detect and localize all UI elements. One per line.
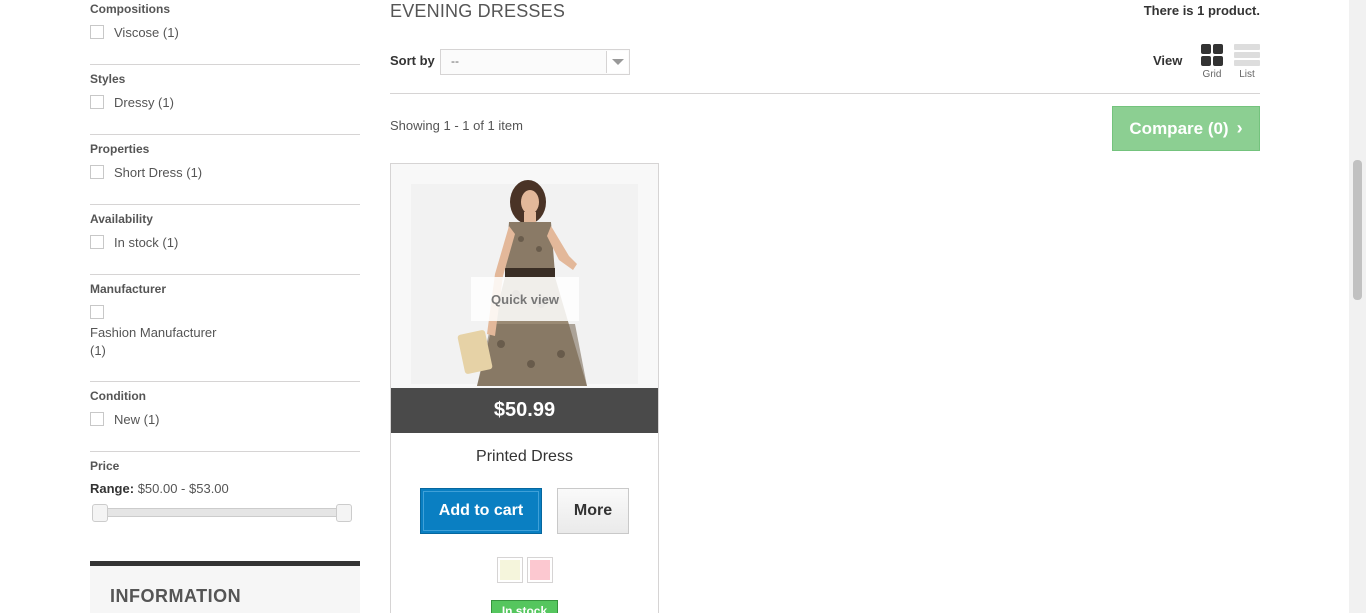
sort-select[interactable]: -- [440, 49, 630, 75]
price-range-label: Range: [90, 481, 135, 496]
checkbox[interactable] [90, 305, 104, 319]
view-grid-label: Grid [1202, 69, 1222, 80]
filter-option-label: New (1) [114, 412, 160, 427]
filter-title: Properties [90, 142, 150, 156]
page-scrollbar[interactable] [1349, 0, 1366, 613]
sort-label: Sort by [390, 53, 435, 68]
checkbox[interactable] [90, 25, 104, 39]
price-range: Range: $50.00 - $53.00 [90, 481, 229, 496]
filter-option-short-dress[interactable]: Short Dress (1) [90, 165, 202, 180]
product-price: $50.99 [391, 388, 658, 433]
slider-handle-min[interactable] [92, 504, 108, 522]
filter-option-label: Short Dress (1) [114, 165, 203, 180]
add-to-cart-button[interactable]: Add to cart [420, 488, 542, 534]
product-name[interactable]: Printed Dress [391, 448, 658, 466]
add-to-cart-label: Add to cart [438, 502, 524, 519]
filter-option-label: Dressy (1) [114, 95, 174, 110]
divider [390, 93, 1260, 94]
filter-title: Styles [90, 72, 126, 86]
filter-title: Price [90, 459, 120, 473]
filter-condition: Condition New (1) [90, 382, 360, 452]
filter-option-viscose[interactable]: Viscose (1) [90, 25, 179, 40]
scrollbar-thumb[interactable] [1353, 160, 1362, 300]
filter-styles: Styles Dressy (1) [90, 65, 360, 135]
more-button[interactable]: More [557, 488, 629, 534]
product-image[interactable]: Quick view [391, 164, 658, 389]
filter-option-count: (1) [90, 343, 106, 358]
information-title: INFORMATION [110, 586, 242, 606]
checkbox[interactable] [90, 412, 104, 426]
chevron-down-icon[interactable] [606, 51, 628, 73]
list-icon [1234, 44, 1260, 66]
checkbox[interactable] [90, 95, 104, 109]
grid-icon [1201, 44, 1223, 66]
filter-title: Availability [90, 212, 153, 226]
filter-option-dressy[interactable]: Dressy (1) [90, 95, 174, 110]
availability-badge: In stock [491, 600, 558, 613]
color-swatches [497, 557, 557, 583]
category-title: EVENING DRESSES [390, 1, 566, 21]
view-list-button[interactable]: List [1232, 44, 1262, 80]
filter-title: Manufacturer [90, 282, 167, 296]
compare-button[interactable]: Compare (0) › [1112, 106, 1260, 151]
slider-track [94, 508, 348, 517]
compare-button-label: Compare (0) [1129, 118, 1229, 138]
filter-option-label[interactable]: Fashion Manufacturer [90, 325, 216, 340]
product-card[interactable]: Quick view $50.99 Printed Dress Add to c… [390, 163, 659, 613]
color-swatch[interactable] [497, 557, 523, 583]
view-grid-button[interactable]: Grid [1197, 44, 1227, 80]
information-block: INFORMATION [90, 561, 360, 613]
checkbox[interactable] [90, 235, 104, 249]
filter-title: Compositions [90, 2, 170, 16]
results-summary: Showing 1 - 1 of 1 item [390, 118, 523, 133]
filter-option-in-stock[interactable]: In stock (1) [90, 235, 178, 250]
price-range-value: $50.00 - $53.00 [137, 481, 229, 496]
swatch-color-beige [500, 560, 520, 580]
filter-option-new[interactable]: New (1) [90, 412, 160, 427]
view-list-label: List [1239, 69, 1255, 80]
chevron-right-icon: › [1236, 118, 1243, 138]
filter-option-label: In stock (1) [114, 235, 179, 250]
checkbox[interactable] [90, 165, 104, 179]
quick-view-button[interactable]: Quick view [471, 277, 579, 321]
filter-availability: Availability In stock (1) [90, 205, 360, 275]
swatch-color-pink [530, 560, 550, 580]
color-swatch[interactable] [527, 557, 553, 583]
filter-price: Price Range: $50.00 - $53.00 [90, 452, 360, 532]
filter-option-label: Viscose (1) [114, 25, 179, 40]
filter-manufacturer: Manufacturer Fashion Manufacturer (1) [90, 275, 360, 382]
filter-properties: Properties Short Dress (1) [90, 135, 360, 205]
view-label: View [1153, 53, 1183, 68]
price-slider[interactable] [90, 504, 352, 522]
sort-select-value: -- [451, 54, 459, 68]
filter-compositions: Compositions Viscose (1) [90, 0, 360, 65]
slider-handle-max[interactable] [336, 504, 352, 522]
filter-title: Condition [90, 389, 146, 403]
product-count: There is 1 product. [1143, 3, 1260, 18]
